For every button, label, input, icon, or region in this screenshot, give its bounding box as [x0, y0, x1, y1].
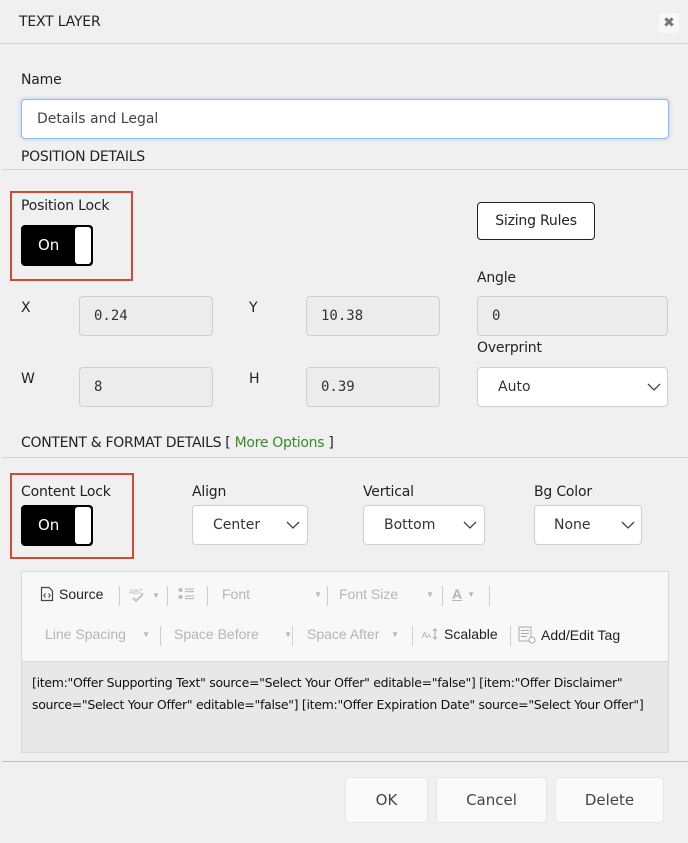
sizing-rules-button[interactable]: Sizing Rules: [477, 202, 595, 240]
line-spacing-dropdown[interactable]: Line Spacing ▼: [45, 626, 150, 642]
space-after-label: Space After: [307, 626, 380, 642]
bulleted-list-icon: [178, 588, 194, 600]
svg-text:A: A: [427, 634, 431, 640]
angle-input[interactable]: [477, 296, 668, 336]
toolbar-separator: [489, 586, 490, 606]
y-label: Y: [249, 300, 258, 316]
toolbar-separator: [119, 586, 120, 606]
toolbar-separator: [412, 626, 413, 646]
space-before-dropdown[interactable]: Space Before ▼: [174, 626, 292, 642]
position-lock-toggle[interactable]: On: [21, 225, 93, 266]
h-label: H: [249, 371, 260, 387]
font-dropdown[interactable]: Font ▼: [222, 586, 322, 602]
tag-icon: [518, 626, 536, 644]
toolbar-separator: [167, 586, 168, 606]
align-value: Center: [213, 517, 261, 533]
scalable-label: Scalable: [444, 626, 498, 642]
chevron-down-icon: [647, 383, 661, 391]
caret-down-icon: ▼: [426, 589, 434, 599]
space-after-dropdown[interactable]: Space After ▼: [307, 626, 399, 642]
name-label: Name: [21, 72, 62, 88]
content-format-title-text: CONTENT & FORMAT DETAILS [: [21, 435, 231, 451]
spellcheck-button[interactable]: ABC ▼: [129, 586, 160, 604]
bg-color-value: None: [554, 517, 591, 533]
chevron-down-icon: [286, 521, 300, 529]
text-color-icon: A: [452, 586, 463, 602]
add-edit-tag-label: Add/Edit Tag: [541, 627, 621, 643]
editor-toolbar: Source ABC ▼ Font ▼ Font Size ▼ A ▼ Line…: [22, 572, 668, 662]
content-lock-toggle[interactable]: On: [21, 505, 93, 546]
content-lock-label: Content Lock: [21, 484, 111, 500]
toolbar-separator: [207, 586, 208, 606]
y-input[interactable]: [306, 296, 440, 336]
vertical-select[interactable]: Bottom: [363, 505, 485, 545]
caret-down-icon: ▼: [391, 629, 399, 639]
align-select[interactable]: Center: [192, 505, 308, 545]
h-input[interactable]: [306, 367, 440, 407]
font-size-label: Font Size: [339, 586, 399, 602]
text-layer-dialog: TEXT LAYER ✖ Name POSITION DETAILS Posit…: [0, 0, 688, 843]
position-lock-state: On: [38, 236, 60, 254]
scalable-button[interactable]: A A Scalable: [422, 626, 498, 642]
x-label: X: [21, 300, 31, 316]
overprint-label: Overprint: [477, 340, 542, 356]
rich-text-editor: Source ABC ▼ Font ▼ Font Size ▼ A ▼ Line…: [21, 571, 669, 753]
bg-color-select[interactable]: None: [534, 505, 642, 545]
source-label: Source: [59, 586, 104, 602]
source-document-icon: [40, 586, 54, 602]
dialog-header: TEXT LAYER ✖: [0, 0, 688, 44]
close-button[interactable]: ✖: [659, 13, 679, 33]
space-before-label: Space Before: [174, 626, 259, 642]
vertical-label: Vertical: [363, 484, 414, 500]
toggle-knob: [75, 227, 91, 264]
toggle-knob: [75, 507, 91, 544]
editor-content[interactable]: [item:"Offer Supporting Text" source="Se…: [22, 662, 668, 752]
vertical-value: Bottom: [384, 517, 436, 533]
content-format-title-end: ]: [328, 435, 334, 451]
align-label: Align: [192, 484, 227, 500]
bulleted-list-button[interactable]: [178, 586, 194, 602]
more-options-link[interactable]: More Options: [235, 435, 325, 451]
caret-down-icon: ▼: [314, 589, 322, 599]
font-size-dropdown[interactable]: Font Size ▼: [339, 586, 434, 602]
line-spacing-label: Line Spacing: [45, 626, 126, 642]
text-color-button[interactable]: A ▼: [452, 586, 475, 602]
divider: [2, 169, 688, 170]
w-label: W: [21, 371, 35, 387]
caret-down-icon: ▼: [284, 629, 292, 639]
divider: [2, 457, 688, 458]
font-label: Font: [222, 586, 251, 602]
toolbar-separator: [292, 626, 293, 646]
source-button[interactable]: Source: [40, 586, 103, 602]
add-edit-tag-button[interactable]: Add/Edit Tag: [518, 626, 620, 644]
position-lock-label: Position Lock: [21, 198, 110, 214]
toolbar-separator: [442, 586, 443, 606]
caret-down-icon: ▼: [142, 629, 150, 639]
dialog-title: TEXT LAYER: [19, 14, 101, 30]
close-icon: ✖: [663, 15, 675, 31]
chevron-down-icon: [621, 521, 635, 529]
content-format-title: CONTENT & FORMAT DETAILS [ More Options …: [21, 435, 334, 451]
content-lock-state: On: [38, 516, 60, 534]
chevron-down-icon: [463, 521, 477, 529]
scalable-icon: A A: [422, 628, 438, 640]
bg-color-label: Bg Color: [534, 484, 592, 500]
x-input[interactable]: [79, 296, 213, 336]
cancel-button[interactable]: Cancel: [436, 777, 547, 823]
toolbar-separator: [327, 586, 328, 606]
delete-button[interactable]: Delete: [555, 777, 664, 823]
caret-down-icon: ▼: [467, 589, 476, 599]
spellcheck-icon: ABC: [129, 589, 144, 603]
position-details-title: POSITION DETAILS: [21, 149, 145, 165]
overprint-value: Auto: [498, 379, 531, 395]
caret-down-icon: ▼: [152, 590, 160, 600]
toolbar-separator: [510, 626, 511, 646]
ok-button[interactable]: OK: [345, 777, 428, 823]
name-input[interactable]: [21, 99, 669, 139]
toolbar-separator: [160, 626, 161, 646]
overprint-select[interactable]: Auto: [477, 367, 668, 407]
w-input[interactable]: [79, 367, 213, 407]
angle-label: Angle: [477, 270, 516, 286]
footer-divider: [2, 761, 688, 762]
